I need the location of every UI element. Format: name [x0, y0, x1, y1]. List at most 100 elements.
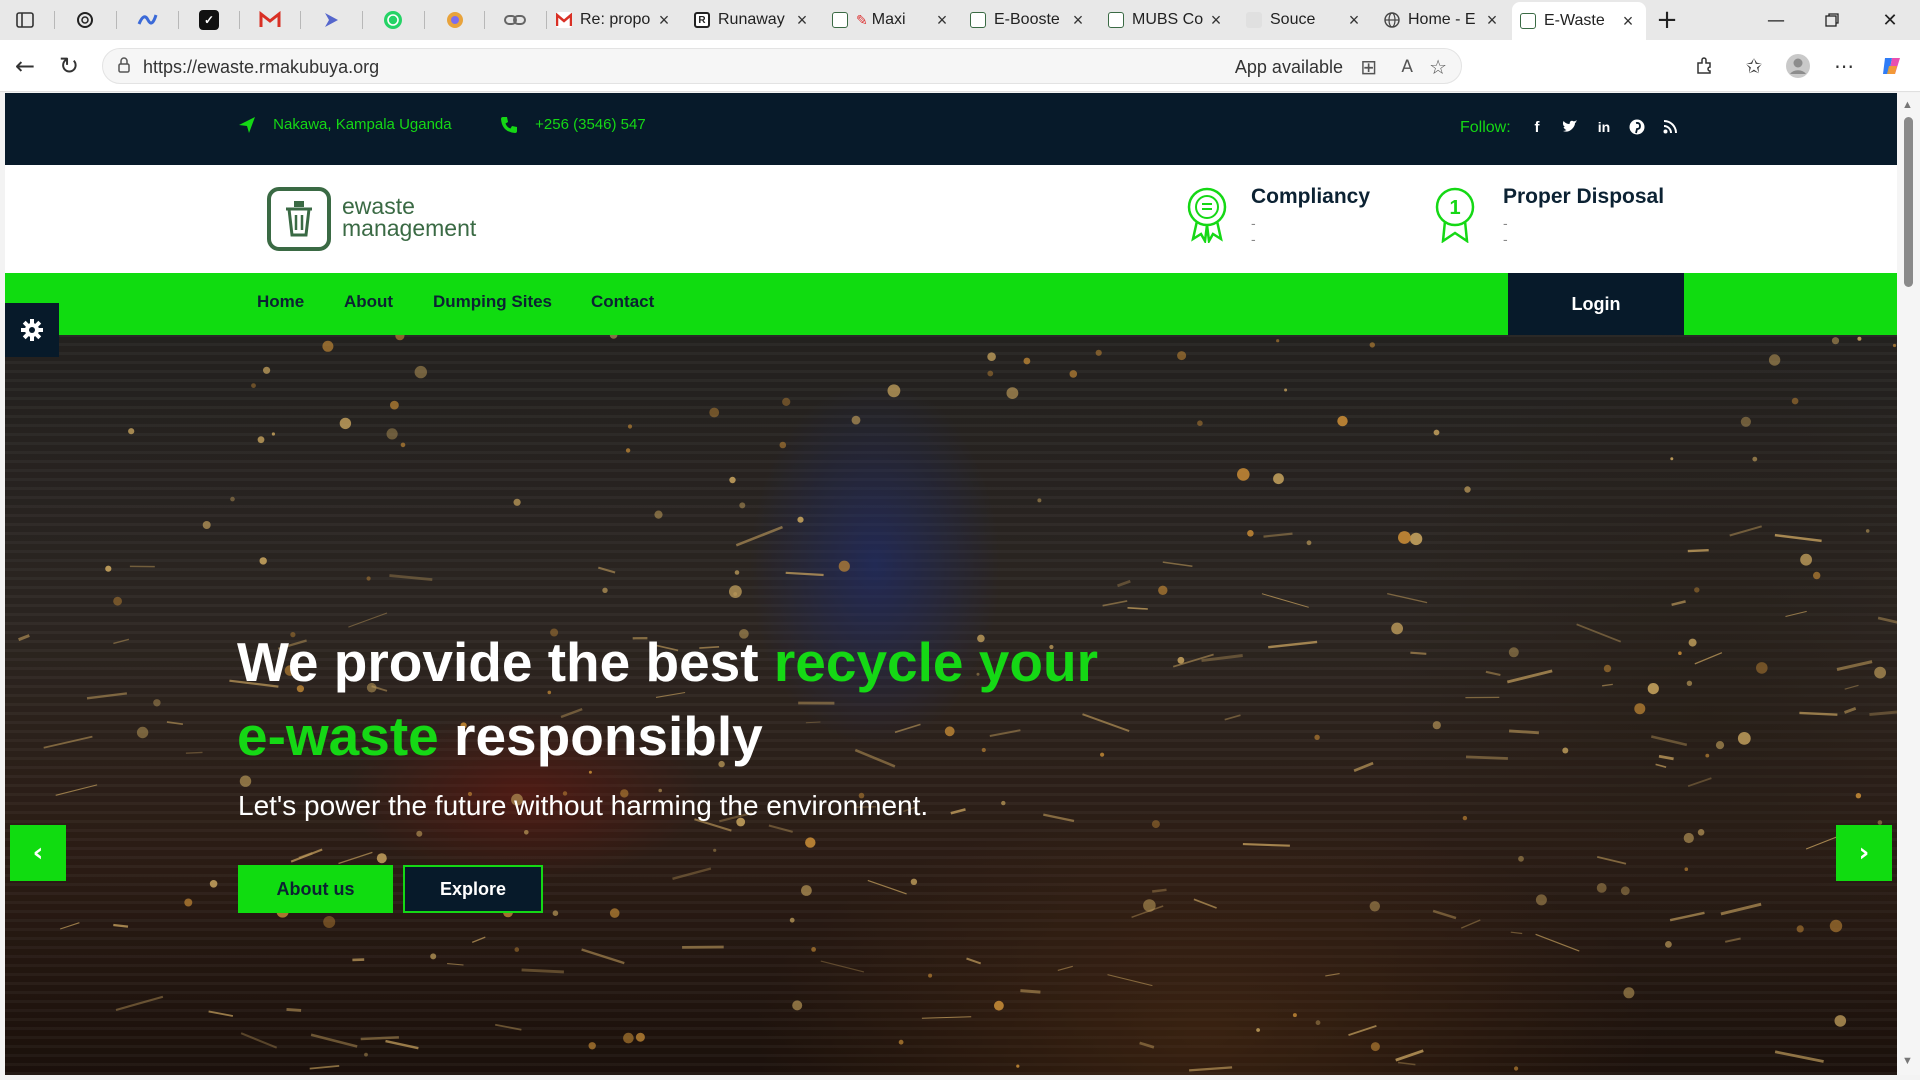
- favorite-star-icon[interactable]: ☆: [1429, 55, 1447, 79]
- about-us-button[interactable]: About us: [238, 865, 393, 913]
- lock-icon[interactable]: [117, 57, 131, 78]
- phone-text: +256 (3546) 547: [535, 115, 646, 133]
- whatsapp-icon[interactable]: [368, 5, 418, 35]
- nav-about[interactable]: About: [344, 292, 393, 312]
- browser-tab[interactable]: R Runaway ×: [686, 5, 820, 35]
- pen-icon: ✎: [856, 11, 868, 28]
- close-tab-icon[interactable]: ×: [1482, 10, 1502, 31]
- hero-slider: We provide the best recycle your e-waste…: [5, 335, 1897, 1075]
- tab-title: E-Booste: [994, 11, 1060, 28]
- phone-info: +256 (3546) 547: [499, 115, 646, 135]
- runaway-icon: R: [694, 12, 710, 28]
- close-tab-icon[interactable]: ×: [1206, 10, 1226, 31]
- pinterest-icon[interactable]: [1627, 117, 1647, 137]
- browser-tab[interactable]: Souce ×: [1238, 5, 1372, 35]
- follow-label: Follow:: [1460, 119, 1511, 136]
- next-slide-button[interactable]: ›: [1836, 825, 1892, 881]
- site-header: ewaste management Compliancy -- 1 Proper…: [5, 165, 1897, 273]
- copilot-app-icon[interactable]: [122, 5, 172, 35]
- hero-title: We provide the best recycle your e-waste…: [237, 625, 1137, 773]
- extensions-icon[interactable]: [1688, 50, 1720, 82]
- gmail-icon[interactable]: [245, 5, 295, 35]
- address-bar[interactable]: https://ewaste.rmakubuya.org App availab…: [102, 48, 1462, 84]
- ewaste-favicon: [1520, 13, 1536, 29]
- phone-icon: [501, 117, 517, 133]
- browser-tab[interactable]: E-Booste ×: [962, 5, 1096, 35]
- tab-title: Souce: [1270, 11, 1316, 28]
- explore-button[interactable]: Explore: [403, 865, 543, 913]
- first-place-ribbon-icon: 1: [1435, 187, 1475, 243]
- nav-contact[interactable]: Contact: [591, 292, 654, 312]
- location-info: Nakawa, Kampala Uganda: [237, 115, 452, 135]
- scroll-up-arrow[interactable]: ▲: [1902, 99, 1913, 111]
- globe-icon: [1384, 12, 1400, 28]
- facebook-icon[interactable]: f: [1527, 117, 1547, 137]
- install-app-icon[interactable]: ⊞: [1360, 55, 1377, 79]
- favorites-icon[interactable]: ✩: [1738, 50, 1770, 82]
- browser-tab[interactable]: Re: propo ×: [548, 5, 682, 35]
- read-aloud-icon[interactable]: A: [1401, 57, 1413, 77]
- more-options-icon[interactable]: ⋯: [1828, 50, 1860, 82]
- browser-tab[interactable]: ✎ Maxi ×: [824, 5, 960, 35]
- profile-avatar[interactable]: [1782, 50, 1814, 82]
- close-window-button[interactable]: ✕: [1862, 0, 1918, 40]
- settings-gear-icon[interactable]: [5, 303, 59, 357]
- tab-title: E-Waste: [1544, 12, 1605, 29]
- certificate-badge-icon: [1187, 187, 1227, 243]
- location-arrow-icon: [239, 117, 255, 133]
- feature-title: Proper Disposal: [1503, 185, 1665, 208]
- url-text[interactable]: https://ewaste.rmakubuya.org: [143, 57, 379, 78]
- app-available-label[interactable]: App available: [1235, 57, 1343, 78]
- top-info-bar: Nakawa, Kampala Uganda +256 (3546) 547 F…: [5, 93, 1897, 165]
- tab-title: Runaway: [718, 11, 785, 28]
- tab-title: MUBS Co: [1132, 11, 1204, 28]
- refresh-button[interactable]: ↻: [52, 49, 86, 83]
- gmail-icon: [556, 12, 572, 28]
- page-scrollbar[interactable]: ▲ ▼: [1897, 93, 1920, 1075]
- ewaste-favicon: [832, 12, 848, 28]
- new-tab-button[interactable]: +: [1640, 0, 1694, 40]
- previous-slide-button[interactable]: ‹: [10, 825, 66, 881]
- logo-line-2: management: [342, 215, 477, 241]
- page-viewport: Nakawa, Kampala Uganda +256 (3546) 547 F…: [5, 93, 1897, 1075]
- logo-line-1: ewaste: [342, 193, 415, 219]
- browser-tab-active[interactable]: E-Waste ×: [1512, 2, 1646, 40]
- location-text: Nakawa, Kampala Uganda: [273, 115, 452, 133]
- close-tab-icon[interactable]: ×: [1344, 10, 1364, 31]
- chatgpt-icon[interactable]: [60, 5, 110, 35]
- hero-title-part-2: responsibly: [438, 705, 763, 767]
- browser-tab[interactable]: MUBS Co ×: [1100, 5, 1234, 35]
- minimize-button[interactable]: —: [1748, 0, 1804, 40]
- tabs-overview-icon[interactable]: [0, 5, 50, 35]
- close-tab-icon[interactable]: ×: [792, 10, 812, 31]
- arrow-app-icon[interactable]: [306, 5, 356, 35]
- hero-subtitle: Let's power the future without harming t…: [238, 790, 929, 821]
- svg-text:1: 1: [1449, 197, 1460, 219]
- close-tab-icon[interactable]: ×: [932, 10, 952, 31]
- feature-subtitle: --: [1251, 215, 1256, 247]
- rss-icon[interactable]: [1660, 117, 1680, 137]
- back-button[interactable]: ←: [8, 49, 42, 83]
- twitter-icon[interactable]: [1560, 117, 1580, 137]
- tab-title: Maxi: [871, 11, 906, 28]
- nav-dumping-sites[interactable]: Dumping Sites: [433, 292, 552, 312]
- scroll-down-arrow[interactable]: ▼: [1902, 1055, 1913, 1067]
- scrollbar-thumb[interactable]: [1904, 117, 1913, 287]
- hero-title-part-1: We provide the best: [237, 631, 774, 693]
- close-tab-icon[interactable]: ×: [1068, 10, 1088, 31]
- restore-button[interactable]: [1804, 0, 1860, 40]
- close-tab-icon[interactable]: ×: [654, 10, 674, 31]
- linkedin-icon[interactable]: in: [1594, 117, 1614, 137]
- nav-home[interactable]: Home: [257, 292, 304, 312]
- browser-tab[interactable]: Home - E ×: [1376, 5, 1510, 35]
- browser-tab-strip: ✓ Re: propo × R Runaway × ✎ Maxi × E-Boo…: [0, 0, 1920, 40]
- close-tab-icon[interactable]: ×: [1618, 11, 1638, 32]
- ewaste-logo-icon[interactable]: [267, 187, 331, 251]
- copilot-icon[interactable]: [1876, 50, 1908, 82]
- logo-text[interactable]: ewaste management: [342, 193, 477, 241]
- colorful-app-icon[interactable]: [430, 5, 480, 35]
- ewaste-favicon: [970, 12, 986, 28]
- ticktick-icon[interactable]: ✓: [184, 5, 234, 35]
- link-app-icon[interactable]: [490, 5, 540, 35]
- login-button[interactable]: Login: [1508, 273, 1684, 335]
